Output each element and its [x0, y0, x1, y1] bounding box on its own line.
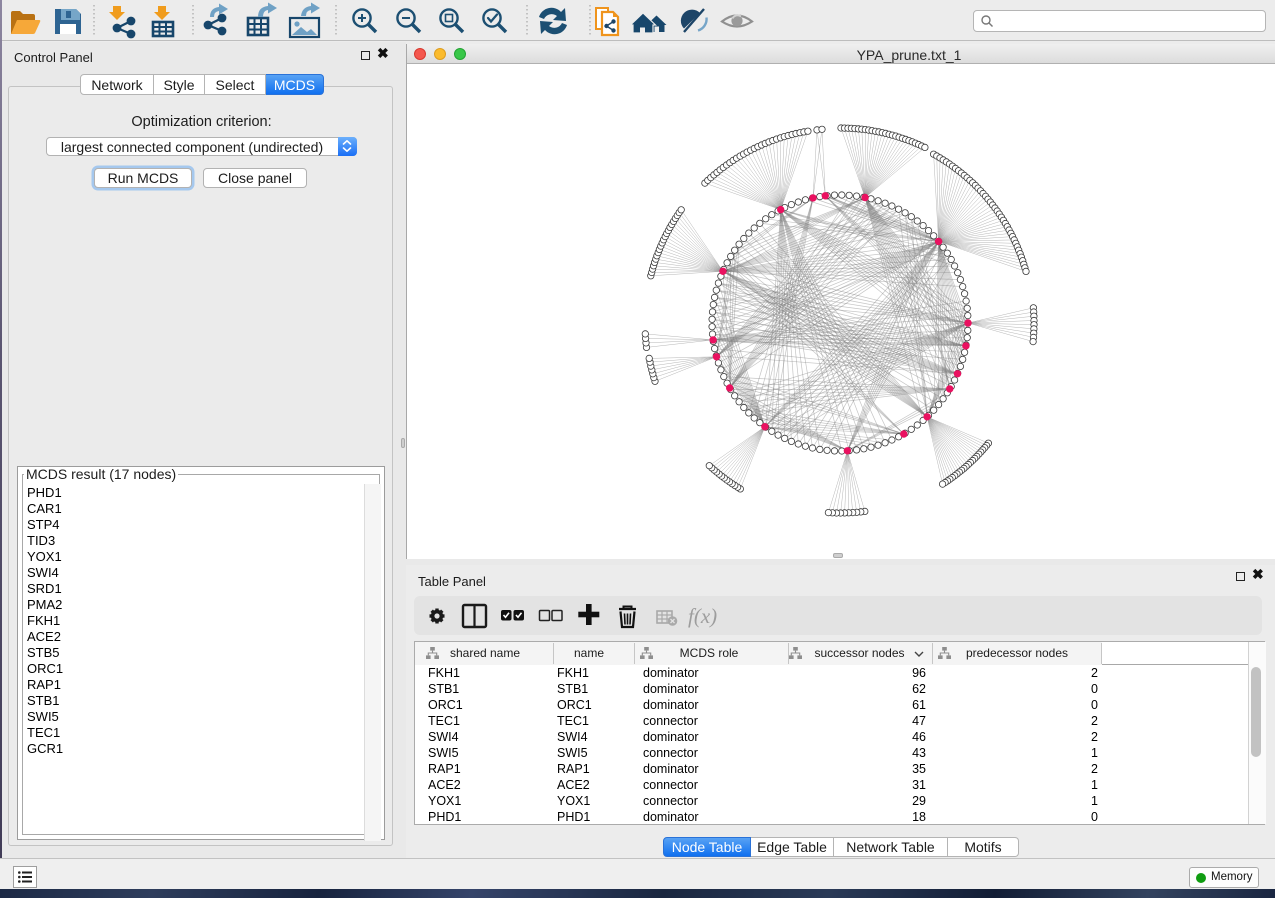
svg-text:f(x): f(x)	[688, 604, 717, 628]
